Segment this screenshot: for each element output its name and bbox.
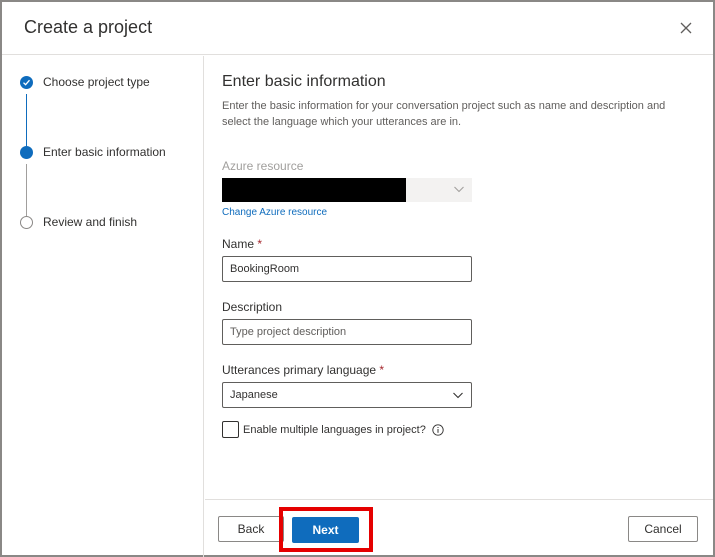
create-project-dialog: Create a project Choose project type Ent… — [0, 0, 715, 557]
section-description: Enter the basic information for your con… — [222, 100, 666, 128]
required-marker: * — [257, 237, 263, 251]
multi-language-label: Enable multiple languages in project? — [243, 423, 426, 436]
dialog-header: Create a project — [2, 2, 713, 55]
close-button[interactable] — [674, 16, 698, 40]
name-label-text: Name — [222, 237, 255, 251]
description-label: Description — [222, 300, 283, 314]
step-review-and-finish[interactable]: Review and finish — [20, 215, 137, 229]
step-enter-basic-information[interactable]: Enter basic information — [20, 145, 166, 159]
step-connector — [26, 164, 27, 216]
next-button[interactable]: Next — [292, 517, 359, 543]
step-connector — [26, 94, 27, 146]
name-label: Name * — [222, 237, 262, 251]
azure-resource-dropdown — [222, 178, 472, 202]
info-icon[interactable] — [432, 423, 444, 436]
name-input[interactable]: BookingRoom — [222, 256, 472, 282]
language-selected-value: Japanese — [230, 389, 278, 401]
multi-language-option: Enable multiple languages in project? — [222, 421, 444, 438]
step-pending-icon — [20, 215, 33, 229]
footer-divider — [205, 499, 713, 500]
language-select[interactable]: Japanese — [222, 382, 472, 408]
description-input[interactable]: Type project description — [222, 319, 472, 345]
cancel-button[interactable]: Cancel — [628, 516, 698, 542]
azure-resource-label: Azure resource — [222, 159, 304, 173]
language-label-text: Utterances primary language — [222, 363, 377, 377]
redacted-value — [222, 178, 406, 202]
section-title: Enter basic information — [222, 73, 386, 90]
steps-sidebar: Choose project type Enter basic informat… — [2, 56, 204, 557]
language-label: Utterances primary language * — [222, 363, 384, 377]
back-button[interactable]: Back — [218, 516, 284, 542]
step-current-icon — [20, 145, 33, 159]
required-marker: * — [379, 363, 385, 377]
dialog-title: Create a project — [24, 17, 153, 37]
step-completed-icon — [20, 75, 33, 89]
step-label: Enter basic information — [43, 145, 166, 159]
multi-language-checkbox[interactable] — [222, 421, 239, 438]
change-azure-resource-link[interactable]: Change Azure resource — [222, 207, 327, 218]
close-icon — [680, 22, 692, 34]
chevron-down-icon — [453, 392, 463, 399]
step-choose-project-type[interactable]: Choose project type — [20, 75, 150, 89]
step-label: Choose project type — [43, 75, 150, 89]
step-label: Review and finish — [43, 215, 138, 229]
chevron-down-icon — [454, 186, 464, 193]
